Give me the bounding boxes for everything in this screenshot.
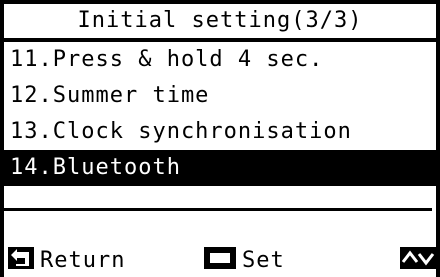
settings-screen: Initial setting(3/3) 11.Press & hold 4 s…	[0, 0, 440, 277]
menu-item-press-hold[interactable]: 11.Press & hold 4 sec.	[4, 42, 436, 78]
footer-bar: Return Set	[0, 244, 436, 277]
up-down-arrows-icon	[400, 246, 436, 275]
set-button[interactable]: Set	[204, 244, 285, 277]
menu-item-clock-sync[interactable]: 13.Clock synchronisation	[4, 114, 436, 150]
menu-item-summer-time[interactable]: 12.Summer time	[4, 78, 436, 114]
navigate-button[interactable]	[400, 244, 436, 277]
return-button[interactable]: Return	[8, 244, 125, 277]
return-label: Return	[40, 248, 126, 273]
square-button-icon	[204, 246, 236, 275]
set-label: Set	[242, 248, 285, 273]
footer-divider	[0, 208, 432, 211]
menu-item-bluetooth[interactable]: 14.Bluetooth	[4, 150, 436, 186]
return-arrow-icon	[8, 246, 34, 275]
page-title: Initial setting(3/3)	[4, 4, 436, 42]
menu-list: 11.Press & hold 4 sec. 12.Summer time 13…	[4, 42, 436, 186]
